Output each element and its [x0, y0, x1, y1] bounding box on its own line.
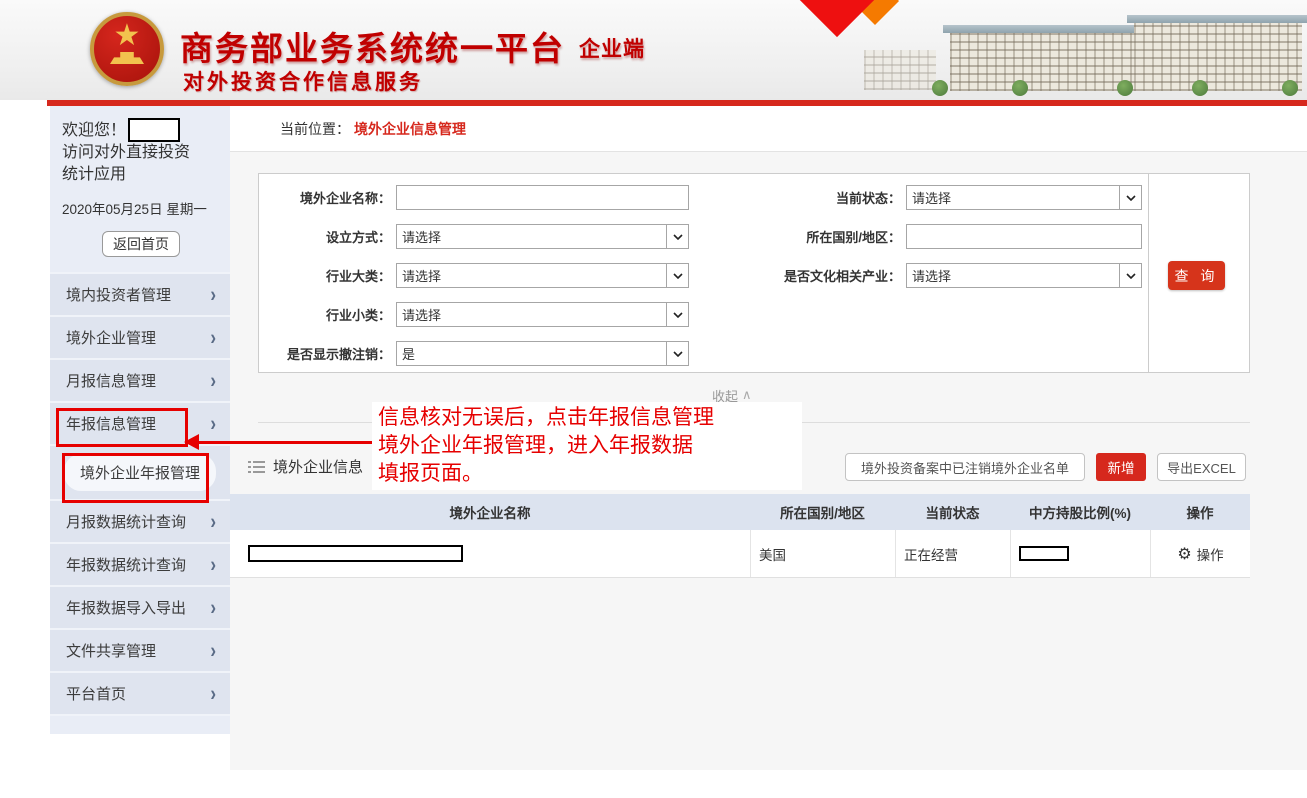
- ministry-building-illustration: [862, 0, 1307, 98]
- chevron-right-icon: ›: [210, 282, 216, 307]
- tree-icon: [1282, 80, 1298, 96]
- country-region-input[interactable]: [906, 224, 1142, 249]
- chevron-right-icon: ›: [210, 595, 216, 620]
- tree-icon: [1012, 80, 1028, 96]
- national-emblem-logo: ★: [90, 12, 164, 86]
- industry-subcategory-select[interactable]: 请选择: [396, 302, 689, 327]
- col-header-enterprise-name: 境外企业名称: [230, 494, 750, 530]
- chevron-right-icon: ›: [210, 638, 216, 663]
- list-icon: [248, 460, 265, 474]
- industry-category-label: 行业大类：: [259, 266, 391, 285]
- tree-icon: [932, 80, 948, 96]
- footer-strip: [0, 770, 1307, 798]
- redacted-username: [128, 118, 180, 142]
- welcome-intro-line1: 访问对外直接投资: [62, 142, 220, 164]
- overseas-enterprise-name-label: 境外企业名称：: [259, 188, 391, 207]
- form-divider: [1148, 174, 1149, 372]
- building-far: [864, 50, 936, 90]
- tutorial-annotation: 信息核对无误后，点击年报信息管理 境外企业年报管理，进入年报数据 填报页面。: [372, 402, 802, 490]
- chevron-down-icon[interactable]: [666, 225, 688, 248]
- tree-icon: [1192, 80, 1208, 96]
- country-region-label: 所在国别/地区：: [701, 227, 901, 246]
- annotation-line-1: 信息核对无误后，点击年报信息管理: [378, 404, 796, 432]
- sidebar-item-platform-home[interactable]: 平台首页›: [50, 673, 230, 716]
- section-title: 境外企业信息: [273, 456, 363, 477]
- red-highlight-annual-report-submenu: [62, 453, 209, 503]
- chevron-right-icon: ›: [210, 325, 216, 350]
- platform-subtitle: 对外投资合作信息服务: [183, 66, 423, 96]
- back-home-button[interactable]: 返回首页: [102, 231, 180, 257]
- query-button[interactable]: 查 询: [1168, 261, 1225, 290]
- sidebar-item-monthly-report-info-mgmt[interactable]: 月报信息管理›: [50, 360, 230, 403]
- show-deregistered-label: 是否显示撤注销：: [259, 344, 391, 363]
- table-header-row: 境外企业名称 所在国别/地区 当前状态 中方持股比例(%) 操作: [230, 494, 1250, 530]
- show-deregistered-select[interactable]: 是: [396, 341, 689, 366]
- chevron-down-icon[interactable]: [1119, 264, 1141, 287]
- building-right: [1134, 23, 1302, 91]
- breadcrumb-current[interactable]: 境外企业信息管理: [354, 121, 466, 137]
- annotation-line-3: 填报页面。: [378, 460, 796, 488]
- current-date: 2020年05月25日 星期一: [62, 198, 220, 218]
- establishment-method-select[interactable]: 请选择: [396, 224, 689, 249]
- chevron-down-icon[interactable]: [666, 303, 688, 326]
- redacted-enterprise-name: [248, 545, 463, 562]
- welcome-intro-line2: 统计应用: [62, 164, 220, 186]
- chevron-right-icon: ›: [210, 509, 216, 534]
- welcome-block: 欢迎您！ 访问对外直接投资 统计应用 2020年05月25日 星期一 返回首页: [50, 106, 230, 257]
- chevron-right-icon: ›: [210, 681, 216, 706]
- greeting-text: 欢迎您！: [62, 119, 126, 142]
- sidebar-item-file-sharing-mgmt[interactable]: 文件共享管理›: [50, 630, 230, 673]
- overseas-enterprise-table: 境外企业名称 所在国别/地区 当前状态 中方持股比例(%) 操作 美国 正在经营…: [230, 494, 1250, 578]
- deregistered-enterprise-list-button[interactable]: 境外投资备案中已注销境外企业名单: [845, 453, 1085, 481]
- cell-enterprise-name: [230, 530, 750, 577]
- breadcrumb: 当前位置：境外企业信息管理: [230, 106, 1307, 152]
- red-arrow-head-icon: [184, 434, 199, 450]
- chevron-down-icon[interactable]: [666, 264, 688, 287]
- star-icon: ★: [94, 16, 160, 56]
- chevron-down-icon[interactable]: [666, 342, 688, 365]
- caret-up-icon: ∧: [742, 388, 752, 403]
- red-highlight-annual-report-menu: [56, 408, 188, 447]
- cell-action[interactable]: ⚙ 操作: [1150, 530, 1250, 577]
- tree-icon: [1117, 80, 1133, 96]
- industry-subcategory-label: 行业小类：: [259, 305, 391, 324]
- edition-label: 企业端: [579, 38, 645, 61]
- establishment-method-label: 设立方式：: [259, 227, 391, 246]
- chevron-right-icon: ›: [210, 411, 216, 436]
- chevron-right-icon: ›: [210, 552, 216, 577]
- add-button[interactable]: 新增: [1096, 453, 1146, 481]
- sidebar-item-monthly-report-stats-query[interactable]: 月报数据统计查询›: [50, 501, 230, 544]
- sidebar-item-annual-report-stats-query[interactable]: 年报数据统计查询›: [50, 544, 230, 587]
- redacted-share-value: [1019, 546, 1069, 561]
- chevron-down-icon[interactable]: [1119, 186, 1141, 209]
- table-row: 美国 正在经营 ⚙ 操作: [230, 530, 1250, 578]
- col-header-chinese-share: 中方持股比例(%): [1010, 494, 1150, 530]
- red-arrow-line: [198, 441, 372, 444]
- industry-category-select[interactable]: 请选择: [396, 263, 689, 288]
- gear-icon: ⚙: [1177, 544, 1191, 563]
- platform-title: 商务部业务系统统一平台企业端: [180, 22, 645, 70]
- current-status-select[interactable]: 请选择: [906, 185, 1142, 210]
- culture-related-select[interactable]: 请选择: [906, 263, 1142, 288]
- chevron-right-icon: ›: [210, 368, 216, 393]
- sidebar-item-overseas-enterprise-mgmt[interactable]: 境外企业管理›: [50, 317, 230, 360]
- overseas-enterprise-name-input[interactable]: [396, 185, 689, 210]
- sidebar-item-domestic-investor-mgmt[interactable]: 境内投资者管理›: [50, 274, 230, 317]
- current-status-label: 当前状态：: [701, 188, 901, 207]
- page-header: ★ 商务部业务系统统一平台企业端 对外投资合作信息服务: [0, 0, 1307, 100]
- search-form: 境外企业名称： 设立方式： 请选择 行业大类： 请选择 行业小类： 请选择 是否…: [258, 173, 1250, 373]
- col-header-current-status: 当前状态: [895, 494, 1010, 530]
- col-header-country-region: 所在国别/地区: [750, 494, 895, 530]
- culture-related-label: 是否文化相关产业：: [701, 266, 901, 285]
- breadcrumb-label: 当前位置：: [280, 121, 350, 137]
- col-header-action: 操作: [1150, 494, 1250, 530]
- annotation-line-2: 境外企业年报管理，进入年报数据: [378, 432, 796, 460]
- cell-current-status: 正在经营: [895, 530, 1010, 577]
- action-link[interactable]: 操作: [1197, 544, 1224, 564]
- sidebar-item-annual-report-import-export[interactable]: 年报数据导入导出›: [50, 587, 230, 630]
- cell-chinese-share: [1010, 530, 1150, 577]
- cell-country-region: 美国: [750, 530, 895, 577]
- export-excel-button[interactable]: 导出EXCEL: [1157, 453, 1246, 481]
- section-header: 境外企业信息: [248, 456, 363, 477]
